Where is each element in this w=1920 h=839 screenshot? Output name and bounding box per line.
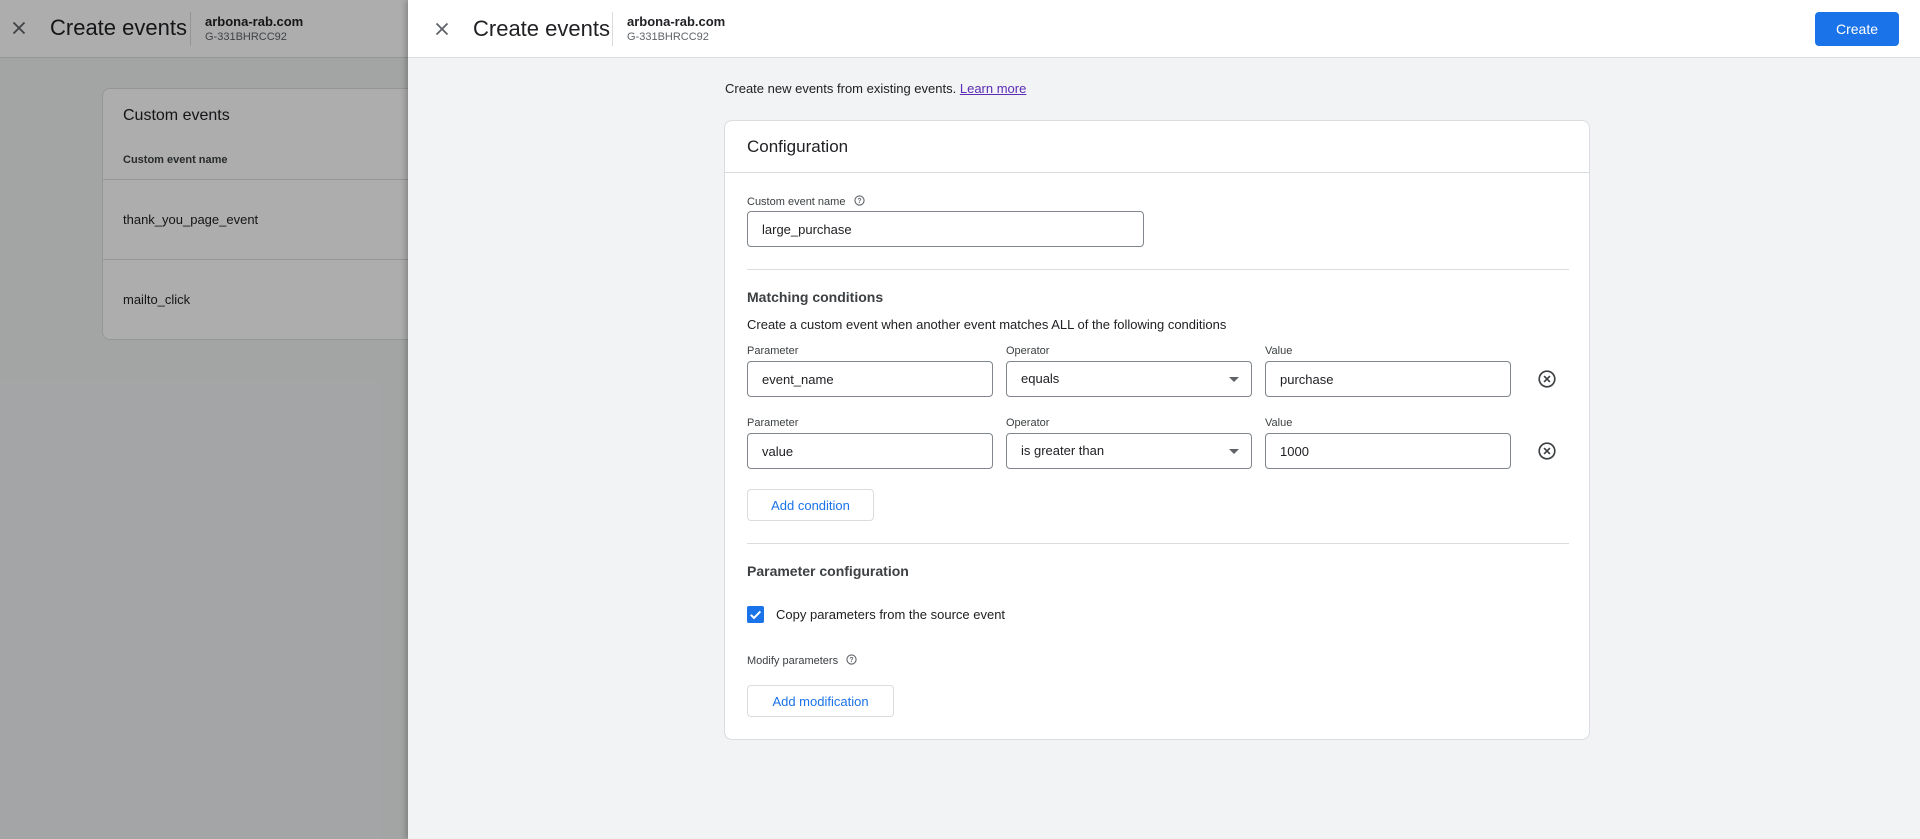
copy-parameters-checkbox[interactable] bbox=[747, 606, 764, 623]
operator-label: Operator bbox=[1006, 345, 1050, 357]
remove-condition-icon[interactable] bbox=[1536, 368, 1558, 390]
check-icon bbox=[750, 610, 762, 620]
operator-label: Operator bbox=[1006, 417, 1050, 429]
property-name: arbona-rab.com bbox=[627, 14, 726, 29]
help-icon[interactable]: ? bbox=[846, 654, 857, 665]
modify-parameters-label: Modify parameters ? bbox=[747, 654, 857, 667]
dropdown-arrow-icon bbox=[1229, 449, 1239, 454]
matching-conditions-title: Matching conditions bbox=[747, 289, 884, 305]
value-input[interactable] bbox=[1265, 433, 1511, 469]
value-input[interactable] bbox=[1265, 361, 1511, 397]
help-icon[interactable]: ? bbox=[853, 195, 865, 206]
operator-value: is greater than bbox=[1021, 443, 1105, 458]
panel-header: Create events arbona-rab.com G-331BHRCC9… bbox=[408, 0, 1920, 58]
create-button[interactable]: Create bbox=[1815, 12, 1899, 46]
parameter-configuration-title: Parameter configuration bbox=[747, 563, 909, 579]
panel-title: Create events bbox=[473, 16, 610, 41]
custom-event-name-label: Custom event name ? bbox=[747, 195, 865, 208]
create-events-panel: Create events arbona-rab.com G-331BHRCC9… bbox=[408, 0, 1920, 839]
svg-text:?: ? bbox=[857, 198, 861, 205]
configuration-title: Configuration bbox=[747, 137, 849, 156]
parameter-label: Parameter bbox=[747, 417, 799, 429]
close-icon[interactable] bbox=[431, 18, 453, 40]
custom-event-name-label-text: Custom event name bbox=[747, 196, 846, 208]
parameter-input[interactable] bbox=[747, 361, 993, 397]
operator-select[interactable]: is greater than bbox=[1006, 433, 1252, 469]
add-condition-button[interactable]: Add condition bbox=[747, 489, 874, 521]
parameter-label: Parameter bbox=[747, 345, 799, 357]
operator-value: equals bbox=[1021, 371, 1060, 386]
property-id: G-331BHRCC92 bbox=[627, 31, 709, 43]
copy-parameters-label: Copy parameters from the source event bbox=[776, 607, 1006, 622]
intro-text: Create new events from existing events. … bbox=[725, 81, 1026, 96]
divider bbox=[747, 269, 1569, 270]
dropdown-arrow-icon bbox=[1229, 377, 1239, 382]
matching-conditions-description: Create a custom event when another event… bbox=[747, 317, 1227, 332]
divider bbox=[747, 543, 1569, 544]
operator-select[interactable]: equals bbox=[1006, 361, 1252, 397]
remove-condition-icon[interactable] bbox=[1536, 440, 1558, 462]
custom-event-name-input[interactable] bbox=[747, 211, 1144, 247]
svg-text:?: ? bbox=[850, 657, 854, 664]
scrollbar[interactable] bbox=[1908, 58, 1920, 839]
value-label: Value bbox=[1265, 345, 1293, 357]
divider bbox=[612, 12, 613, 46]
add-modification-button[interactable]: Add modification bbox=[747, 685, 894, 717]
modify-parameters-label-text: Modify parameters bbox=[747, 655, 839, 667]
intro-description: Create new events from existing events. bbox=[725, 81, 957, 96]
configuration-card: Configuration Custom event name ? Matchi… bbox=[724, 120, 1590, 740]
parameter-input[interactable] bbox=[747, 433, 993, 469]
learn-more-link[interactable]: Learn more bbox=[960, 81, 1026, 96]
value-label: Value bbox=[1265, 417, 1293, 429]
divider bbox=[725, 172, 1589, 173]
